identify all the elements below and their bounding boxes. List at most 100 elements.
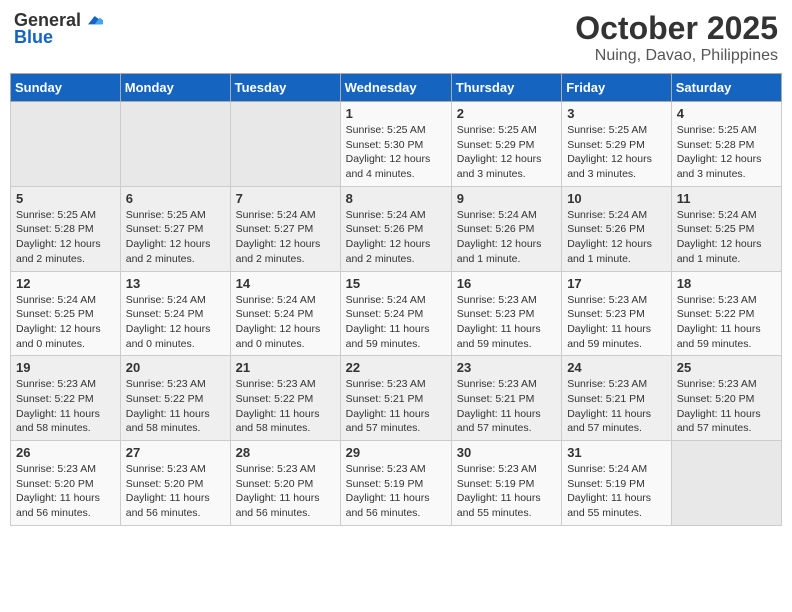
day-number: 29 [346,445,446,460]
day-info: Sunrise: 5:23 AMSunset: 5:21 PMDaylight:… [457,377,556,436]
day-info: Sunrise: 5:23 AMSunset: 5:21 PMDaylight:… [346,377,446,436]
day-number: 19 [16,360,115,375]
logo-blue: Blue [14,27,53,48]
day-info: Sunrise: 5:23 AMSunset: 5:22 PMDaylight:… [16,377,115,436]
weekday-header-row: SundayMondayTuesdayWednesdayThursdayFrid… [11,74,782,102]
calendar-cell: 11Sunrise: 5:24 AMSunset: 5:25 PMDayligh… [671,186,781,271]
calendar-cell: 17 Sunrise: 5:23 AMSunset: 5:23 PMDayligh… [562,271,672,356]
weekday-header-cell: Monday [120,74,230,102]
day-number: 3 [567,106,666,121]
day-number: 30 [457,445,556,460]
logo-icon [83,11,103,31]
calendar: SundayMondayTuesdayWednesdayThursdayFrid… [10,73,782,526]
calendar-cell [671,441,781,526]
calendar-cell: 24 Sunrise: 5:23 AMSunset: 5:21 PMDayligh… [562,356,672,441]
calendar-cell: 29 Sunrise: 5:23 AMSunset: 5:19 PMDayligh… [340,441,451,526]
calendar-cell: 5 Sunrise: 5:25 AMSunset: 5:28 PMDaylight… [11,186,121,271]
day-number: 21 [236,360,335,375]
day-number: 17 [567,276,666,291]
calendar-cell: 2 Sunrise: 5:25 AMSunset: 5:29 PMDaylight… [451,102,561,187]
day-number: 5 [16,191,115,206]
day-info: Sunrise: 5:24 AMSunset: 5:25 PMDaylight:… [16,293,115,352]
calendar-cell: 10 Sunrise: 5:24 AMSunset: 5:26 PMDayligh… [562,186,672,271]
day-info: Sunrise: 5:23 AMSunset: 5:22 PMDaylight:… [126,377,225,436]
calendar-cell: 31 Sunrise: 5:24 AMSunset: 5:19 PMDayligh… [562,441,672,526]
calendar-cell [11,102,121,187]
weekday-header-cell: Saturday [671,74,781,102]
day-info: Sunrise: 5:24 AMSunset: 5:24 PMDaylight:… [236,293,335,352]
calendar-cell: 18Sunrise: 5:23 AMSunset: 5:22 PMDayligh… [671,271,781,356]
day-number: 1 [346,106,446,121]
calendar-cell: 30Sunrise: 5:23 AMSunset: 5:19 PMDayligh… [451,441,561,526]
month-title: October 2025 [575,10,778,47]
day-info: Sunrise: 5:23 AMSunset: 5:22 PMDaylight:… [677,293,776,352]
calendar-cell [120,102,230,187]
calendar-week-row: 5 Sunrise: 5:25 AMSunset: 5:28 PMDaylight… [11,186,782,271]
day-number: 14 [236,276,335,291]
calendar-cell: 22Sunrise: 5:23 AMSunset: 5:21 PMDayligh… [340,356,451,441]
day-info: Sunrise: 5:25 AMSunset: 5:29 PMDaylight:… [457,123,556,182]
calendar-cell: 19 Sunrise: 5:23 AMSunset: 5:22 PMDayligh… [11,356,121,441]
day-info: Sunrise: 5:25 AMSunset: 5:28 PMDaylight:… [16,208,115,267]
day-number: 8 [346,191,446,206]
day-number: 6 [126,191,225,206]
day-number: 2 [457,106,556,121]
calendar-cell: 14 Sunrise: 5:24 AMSunset: 5:24 PMDayligh… [230,271,340,356]
day-number: 10 [567,191,666,206]
title-block: October 2025 Nuing, Davao, Philippines [575,10,778,65]
day-info: Sunrise: 5:23 AMSunset: 5:23 PMDaylight:… [457,293,556,352]
calendar-week-row: 1 Sunrise: 5:25 AMSunset: 5:30 PMDaylight… [11,102,782,187]
day-info: Sunrise: 5:24 AMSunset: 5:26 PMDaylight:… [567,208,666,267]
calendar-cell: 28 Sunrise: 5:23 AMSunset: 5:20 PMDayligh… [230,441,340,526]
calendar-cell: 7Sunrise: 5:24 AMSunset: 5:27 PMDaylight… [230,186,340,271]
calendar-cell: 4 Sunrise: 5:25 AMSunset: 5:28 PMDaylight… [671,102,781,187]
day-info: Sunrise: 5:23 AMSunset: 5:22 PMDaylight:… [236,377,335,436]
page-header: General Blue October 2025 Nuing, Davao, … [10,10,782,65]
calendar-week-row: 12 Sunrise: 5:24 AMSunset: 5:25 PMDayligh… [11,271,782,356]
calendar-body: 1 Sunrise: 5:25 AMSunset: 5:30 PMDaylight… [11,102,782,526]
day-number: 4 [677,106,776,121]
day-info: Sunrise: 5:23 AMSunset: 5:23 PMDaylight:… [567,293,666,352]
calendar-cell: 8Sunrise: 5:24 AMSunset: 5:26 PMDaylight… [340,186,451,271]
day-info: Sunrise: 5:24 AMSunset: 5:24 PMDaylight:… [346,293,446,352]
day-number: 26 [16,445,115,460]
calendar-cell [230,102,340,187]
calendar-cell: 12 Sunrise: 5:24 AMSunset: 5:25 PMDayligh… [11,271,121,356]
day-info: Sunrise: 5:23 AMSunset: 5:21 PMDaylight:… [567,377,666,436]
calendar-cell: 1 Sunrise: 5:25 AMSunset: 5:30 PMDaylight… [340,102,451,187]
calendar-cell: 27 Sunrise: 5:23 AMSunset: 5:20 PMDayligh… [120,441,230,526]
day-info: Sunrise: 5:23 AMSunset: 5:20 PMDaylight:… [16,462,115,521]
day-number: 24 [567,360,666,375]
weekday-header-cell: Sunday [11,74,121,102]
day-info: Sunrise: 5:24 AMSunset: 5:25 PMDaylight:… [677,208,776,267]
calendar-cell: 13Sunrise: 5:24 AMSunset: 5:24 PMDayligh… [120,271,230,356]
day-number: 13 [126,276,225,291]
day-info: Sunrise: 5:23 AMSunset: 5:19 PMDaylight:… [346,462,446,521]
calendar-cell: 15Sunrise: 5:24 AMSunset: 5:24 PMDayligh… [340,271,451,356]
calendar-week-row: 26 Sunrise: 5:23 AMSunset: 5:20 PMDayligh… [11,441,782,526]
day-number: 12 [16,276,115,291]
calendar-cell: 21 Sunrise: 5:23 AMSunset: 5:22 PMDayligh… [230,356,340,441]
day-info: Sunrise: 5:24 AMSunset: 5:27 PMDaylight:… [236,208,335,267]
day-info: Sunrise: 5:23 AMSunset: 5:20 PMDaylight:… [236,462,335,521]
calendar-cell: 3Sunrise: 5:25 AMSunset: 5:29 PMDaylight… [562,102,672,187]
day-info: Sunrise: 5:25 AMSunset: 5:27 PMDaylight:… [126,208,225,267]
calendar-week-row: 19 Sunrise: 5:23 AMSunset: 5:22 PMDayligh… [11,356,782,441]
day-number: 25 [677,360,776,375]
weekday-header-cell: Thursday [451,74,561,102]
day-number: 16 [457,276,556,291]
day-info: Sunrise: 5:25 AMSunset: 5:30 PMDaylight:… [346,123,446,182]
day-number: 28 [236,445,335,460]
day-info: Sunrise: 5:24 AMSunset: 5:19 PMDaylight:… [567,462,666,521]
calendar-cell: 23Sunrise: 5:23 AMSunset: 5:21 PMDayligh… [451,356,561,441]
day-info: Sunrise: 5:24 AMSunset: 5:26 PMDaylight:… [457,208,556,267]
day-number: 31 [567,445,666,460]
day-number: 27 [126,445,225,460]
day-info: Sunrise: 5:25 AMSunset: 5:28 PMDaylight:… [677,123,776,182]
day-info: Sunrise: 5:23 AMSunset: 5:20 PMDaylight:… [126,462,225,521]
calendar-cell: 25Sunrise: 5:23 AMSunset: 5:20 PMDayligh… [671,356,781,441]
calendar-cell: 20Sunrise: 5:23 AMSunset: 5:22 PMDayligh… [120,356,230,441]
calendar-cell: 16 Sunrise: 5:23 AMSunset: 5:23 PMDayligh… [451,271,561,356]
weekday-header-cell: Wednesday [340,74,451,102]
weekday-header-cell: Tuesday [230,74,340,102]
